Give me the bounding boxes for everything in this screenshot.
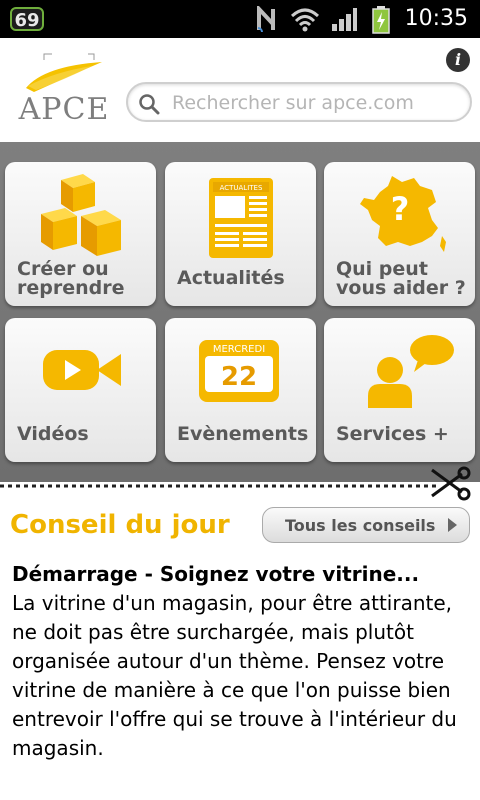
cubes-icon xyxy=(41,174,121,256)
tile-label: Evènements xyxy=(177,423,309,445)
calendar-day-name: MERCREDI xyxy=(213,344,265,355)
info-icon[interactable]: i xyxy=(446,48,470,72)
video-camera-icon xyxy=(43,350,121,390)
tile-videos[interactable]: Vidéos xyxy=(5,318,156,462)
tile-label: Vidéos xyxy=(17,423,89,445)
search-box[interactable] xyxy=(126,82,472,122)
wifi-icon xyxy=(290,8,320,32)
clock: 10:35 xyxy=(404,6,468,31)
search-icon xyxy=(139,94,160,115)
header: APCE i xyxy=(0,38,480,142)
tip-text: La vitrine d'un magasin, pour être attir… xyxy=(12,591,457,760)
newspaper-icon: ACTUALITES xyxy=(209,178,273,258)
tile-evenements[interactable]: MERCREDI 22 Evènements xyxy=(165,318,316,462)
signal-icon xyxy=(332,8,357,31)
tile-actualites[interactable]: ACTUALITES Actualités xyxy=(165,162,316,306)
chevron-right-icon xyxy=(448,518,457,532)
all-tips-label: Tous les conseils xyxy=(285,516,436,535)
svg-text:?: ? xyxy=(391,190,410,228)
tile-services[interactable]: Services + xyxy=(324,318,475,462)
logo-swoosh-icon xyxy=(26,53,102,92)
logo-text: APCE xyxy=(18,92,110,127)
tile-creer-reprendre[interactable]: Créer ou reprendre xyxy=(5,162,156,306)
tile-label: Actualités xyxy=(177,267,285,289)
battery-charging-icon xyxy=(372,6,390,34)
status-bar: 69 10:35 xyxy=(0,0,480,38)
tip-content[interactable]: Démarrage - Soignez votre vitrine... La … xyxy=(12,560,472,763)
tile-label: Qui peut vous aider ? xyxy=(336,258,466,299)
newspaper-caption: ACTUALITES xyxy=(220,184,263,192)
search-input[interactable] xyxy=(170,88,464,118)
cut-line xyxy=(0,484,440,488)
apce-logo[interactable]: APCE xyxy=(14,52,114,132)
conseil-title: Conseil du jour xyxy=(10,510,230,540)
calendar-day-number: 22 xyxy=(221,362,257,392)
tile-label: Créer ou reprendre xyxy=(17,258,125,299)
menu-grid: Créer ou reprendre ACTUALITES Actualités xyxy=(0,142,480,482)
france-map-icon: ? xyxy=(360,176,446,252)
calendar-icon: MERCREDI 22 xyxy=(199,340,279,402)
tile-label: Services + xyxy=(336,423,449,445)
tip-heading: Démarrage - Soignez votre vitrine... xyxy=(12,562,420,586)
nfc-icon xyxy=(257,6,275,32)
tile-qui-peut-aider[interactable]: ? Qui peut vous aider ? xyxy=(324,162,475,306)
scissors-icon xyxy=(431,466,471,501)
notification-count-badge[interactable]: 69 xyxy=(10,7,44,31)
all-tips-button[interactable]: Tous les conseils xyxy=(262,507,470,543)
person-chat-icon xyxy=(368,335,454,408)
